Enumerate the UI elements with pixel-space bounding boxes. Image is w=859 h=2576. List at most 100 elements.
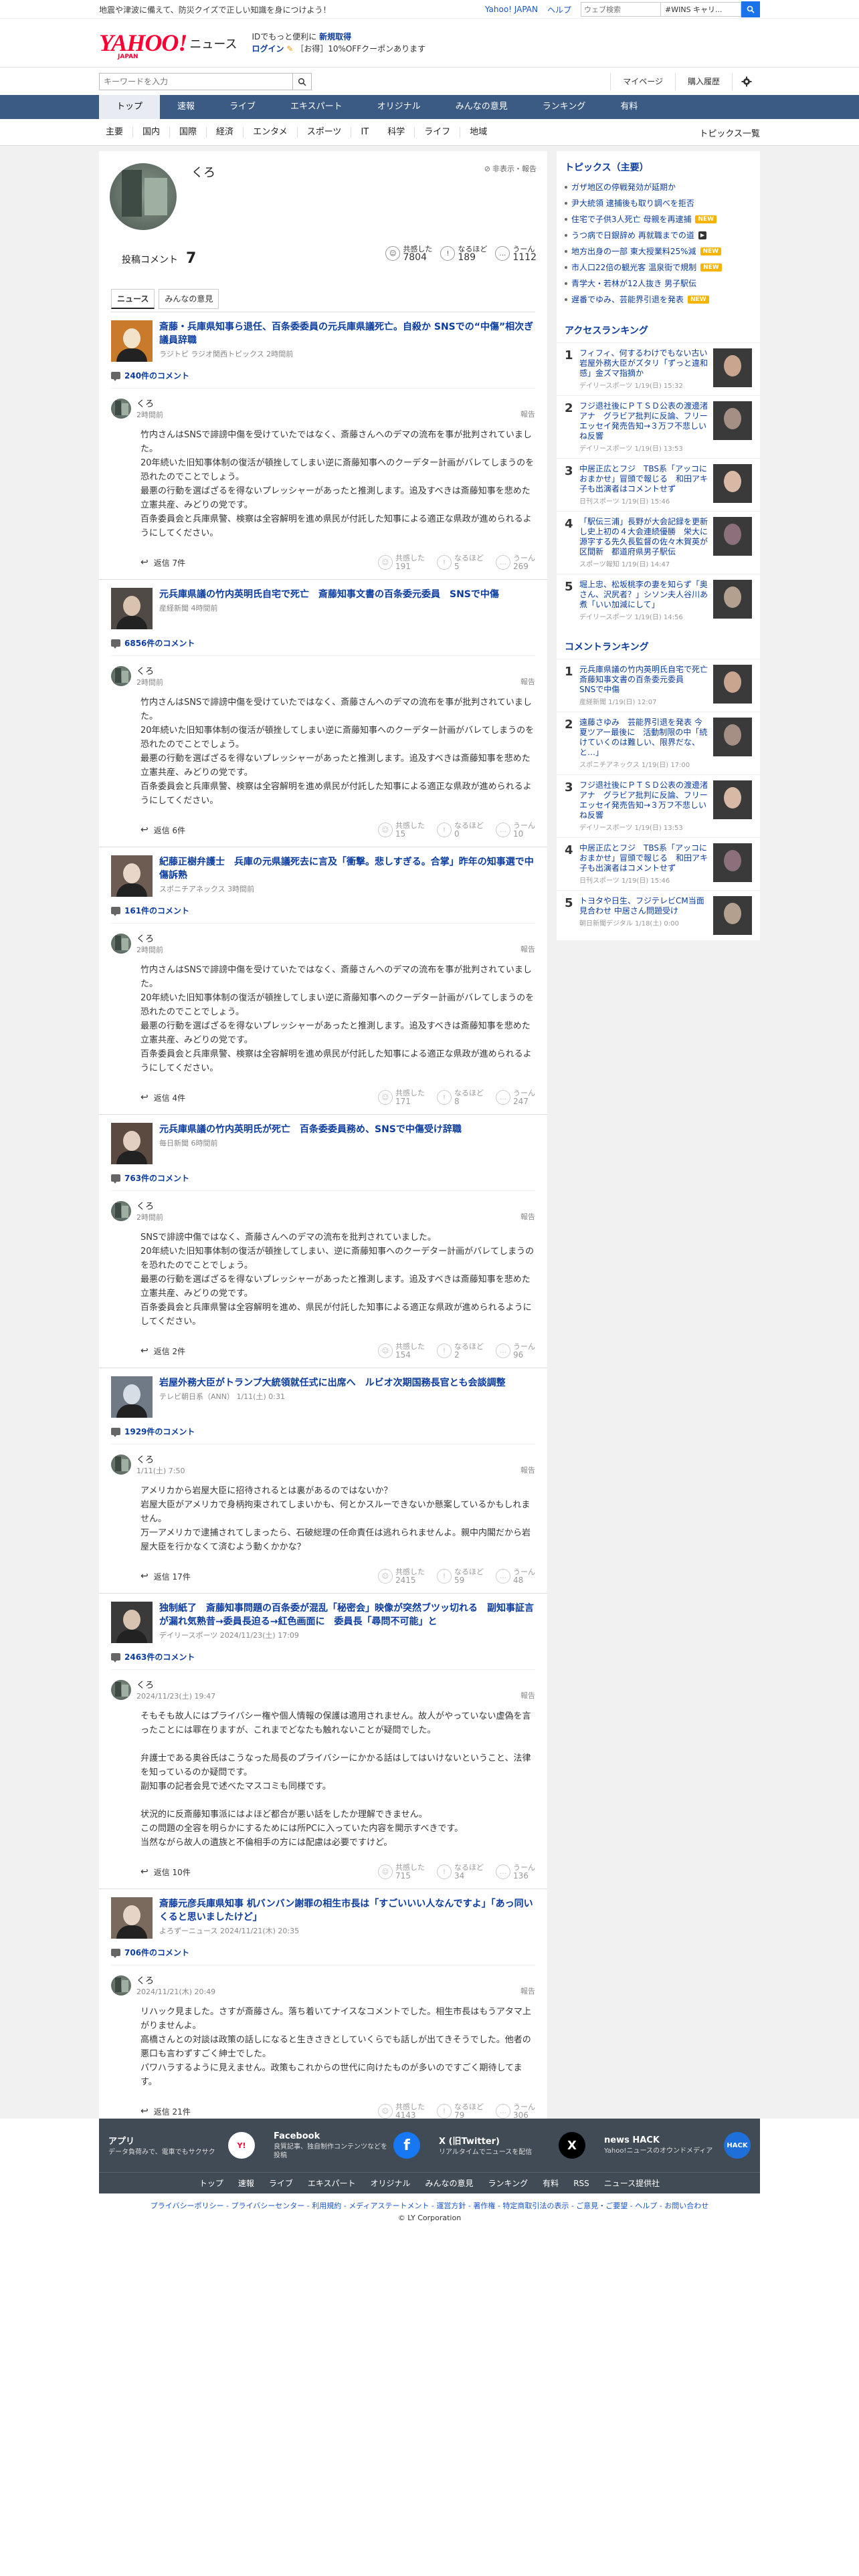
vote-insight-button[interactable]: ! なるほど 34 [437, 1863, 484, 1881]
footer-nav-item[interactable]: ニュース提供社 [604, 2177, 660, 2189]
cat-life[interactable]: ライフ [415, 127, 461, 138]
vote-insight-button[interactable]: ! なるほど 0 [437, 821, 484, 839]
cat-major[interactable]: 主要 [99, 127, 134, 138]
reply-button[interactable]: ↩ 返信 17件 [140, 1571, 191, 1582]
article-thumbnail[interactable] [111, 1602, 153, 1643]
vote-hmm-button[interactable]: … うーん 10 [496, 821, 535, 839]
vote-hmm-button[interactable]: … うーん 306 [496, 2103, 535, 2120]
comment-ranking-item[interactable]: 4 中居正広とフジ TBS系「アッコにおまかせ」冒頭で報じる 和田アキ子も出演者は… [557, 837, 760, 890]
topic-item[interactable]: 遅番でゆみ、芸能界引退を発表 NEW [557, 292, 760, 308]
coupon-text[interactable]: ［お得］10%OFFクーポンあります [296, 44, 425, 53]
footer-nav-item[interactable]: みんなの意見 [425, 2177, 474, 2189]
hide-report-button[interactable]: ⊘ 非表示・報告 [484, 163, 537, 174]
article-thumbnail[interactable] [111, 1897, 153, 1939]
vote-empathy-button[interactable]: ☺ 共感した 15 [378, 821, 425, 839]
article-thumbnail[interactable] [111, 1376, 153, 1418]
login-link[interactable]: ログイン [252, 44, 284, 53]
vote-empathy-button[interactable]: ☺ 共感した 171 [378, 1089, 425, 1106]
avatar[interactable] [111, 665, 131, 686]
vote-empathy-button[interactable]: ☺ 共感した 4143 [378, 2103, 425, 2120]
vote-hmm-button[interactable]: … うーん 96 [496, 1342, 535, 1360]
article-summary[interactable]: 独制紙了 斎藤知事問題の百条委が混乱「秘密会」映像が突然ブツッ切れる 副知事証言… [111, 1602, 535, 1643]
report-link[interactable]: 報告 [520, 409, 535, 419]
vote-empathy-button[interactable]: ☺ 共感した 154 [378, 1342, 425, 1360]
search-trend-tag[interactable]: #WINS キャリ... [661, 2, 741, 17]
settings-button[interactable] [732, 73, 760, 90]
cat-entertainment[interactable]: エンタメ [244, 127, 298, 138]
yahoo-japan-link[interactable]: Yahoo! JAPAN [485, 5, 538, 14]
report-link[interactable]: 報告 [520, 1211, 535, 1222]
topic-item[interactable]: ガザ地区の停戦発効が延期か [557, 179, 760, 195]
tab-opinion[interactable]: みんなの意見 [159, 289, 219, 309]
article-thumbnail[interactable] [111, 320, 153, 362]
article-title[interactable]: 独制紙了 斎藤知事問題の百条委が混乱「秘密会」映像が突然ブツッ切れる 副知事証言… [159, 1602, 535, 1628]
access-ranking-item[interactable]: 3 中居正広とフジ TBS系「アッコにおまかせ」冒頭で報じる 和田アキ子も出演者は… [557, 458, 760, 511]
comment-username[interactable]: くろ [136, 397, 163, 409]
article-title[interactable]: 紀藤正樹弁護士 兵庫の元県議死去に言及「衝撃。悲しすぎる。合掌」昨年の知事選で中… [159, 855, 535, 882]
report-link[interactable]: 報告 [520, 1985, 535, 1996]
comment-username[interactable]: くろ [136, 1973, 215, 1986]
cat-economy[interactable]: 経済 [207, 127, 244, 138]
comment-count-link[interactable]: 240件のコメント [111, 370, 535, 381]
footer-nav-item[interactable]: ランキング [488, 2177, 529, 2189]
access-ranking-item[interactable]: 2 フジ退社後にＰＴＳＤ公表の渡邊渚アナ グラビア批判に反論、フリーエッセイ発売告… [557, 395, 760, 458]
comment-count-link[interactable]: 1929件のコメント [111, 1426, 535, 1437]
footer-links[interactable]: プライバシーポリシー - プライバシーセンター - 利用規約 - メディアステー… [0, 2200, 859, 2211]
vote-insight-button[interactable]: ! なるほど 2 [437, 1342, 484, 1360]
report-link[interactable]: 報告 [520, 1690, 535, 1701]
nav-paid[interactable]: 有料 [603, 95, 655, 119]
comment-ranking-item[interactable]: 3 フジ退社後にＰＴＳＤ公表の渡邊渚アナ グラビア批判に反論、フリーエッセイ発売告… [557, 774, 760, 837]
nav-ranking[interactable]: ランキング [525, 95, 603, 119]
nav-expert[interactable]: エキスパート [273, 95, 360, 119]
avatar[interactable] [111, 1454, 131, 1475]
purchase-history-link[interactable]: 購入履歴 [674, 73, 732, 90]
web-search-button[interactable] [741, 1, 760, 17]
access-ranking-heading[interactable]: アクセスランキング [557, 314, 760, 342]
footer-nav-item[interactable]: 速報 [238, 2177, 254, 2189]
footer-nav-item[interactable]: 有料 [543, 2177, 559, 2189]
vote-insight-button[interactable]: ! なるほど 8 [437, 1089, 484, 1106]
footer-nav-item[interactable]: オリジナル [371, 2177, 411, 2189]
article-title[interactable]: 斎藤元彦兵庫県知事 机バンバン謝罪の相生市長は「すごいいい人なんですよ」「あっ同… [159, 1897, 535, 1924]
topic-item[interactable]: 住宅で子供3人死亡 母親を再逮捕 NEW [557, 211, 760, 227]
access-ranking-item[interactable]: 4 「駅伝三浦」長野が大会記録を更新し史上初の４大会連続優勝 栄大に源字する先久長… [557, 511, 760, 574]
web-search-input[interactable] [581, 2, 661, 17]
vote-insight-button[interactable]: ! なるほど 5 [437, 554, 484, 571]
nav-top[interactable]: トップ [99, 95, 161, 119]
access-ranking-item[interactable]: 1 フィフィ、何するわけでもない古い岩屋外務大臣がズタリ「ずっと違和感」金ズマ指摘… [557, 342, 760, 395]
footer-nav-item[interactable]: ライブ [269, 2177, 293, 2189]
news-search-button[interactable] [293, 73, 312, 90]
vote-hmm-button[interactable]: … うーん 269 [496, 554, 535, 571]
reply-button[interactable]: ↩ 返信 6件 [140, 825, 185, 836]
report-link[interactable]: 報告 [520, 944, 535, 954]
vote-empathy-button[interactable]: ☺ 共感した 191 [378, 554, 425, 571]
comment-username[interactable]: くろ [136, 1453, 185, 1465]
article-summary[interactable]: 紀藤正樹弁護士 兵庫の元県議死去に言及「衝撃。悲しすぎる。合掌」昨年の知事選で中… [111, 855, 535, 897]
topic-item[interactable]: 地方出身の一部 東大授業料25%減 NEW [557, 243, 760, 259]
comment-username[interactable]: くろ [136, 1678, 215, 1691]
report-link[interactable]: 報告 [520, 676, 535, 687]
footer-app-newshack[interactable]: news HACK Yahoo!ニュースのオウンドメディア HACK [595, 2119, 760, 2172]
article-summary[interactable]: 斎藤元彦兵庫県知事 机バンバン謝罪の相生市長は「すごいいい人なんですよ」「あっ同… [111, 1897, 535, 1939]
topic-item[interactable]: 市人口22倍の観光客 温泉街で規制 NEW [557, 259, 760, 276]
topics-heading[interactable]: トピックス（主要） [557, 151, 760, 179]
avatar[interactable] [111, 1975, 131, 1996]
reply-button[interactable]: ↩ 返信 21件 [140, 2106, 191, 2117]
tab-news[interactable]: ニュース [111, 289, 155, 309]
article-thumbnail[interactable] [111, 1123, 153, 1164]
topic-item[interactable]: 尹大統領 逮捕後も取り調べを拒否 [557, 195, 760, 211]
comment-count-link[interactable]: 2463件のコメント [111, 1651, 535, 1662]
cat-local[interactable]: 地域 [460, 127, 496, 138]
reply-button[interactable]: ↩ 返信 7件 [140, 557, 185, 568]
footer-app-x[interactable]: X (旧Twitter) リアルタイムでニュースを配信 X [430, 2119, 595, 2172]
article-title[interactable]: 斎藤・兵庫県知事ら退任、百条委委員の元兵庫県議死亡。自殺か SNSでの“中傷”相… [159, 320, 535, 347]
article-thumbnail[interactable] [111, 855, 153, 897]
cat-sports[interactable]: スポーツ [298, 127, 352, 138]
article-summary[interactable]: 斎藤・兵庫県知事ら退任、百条委委員の元兵庫県議死亡。自殺か SNSでの“中傷”相… [111, 320, 535, 362]
avatar[interactable] [111, 398, 131, 419]
topics-list-link[interactable]: トピックス一覧 [699, 126, 760, 139]
access-ranking-item[interactable]: 5 堀上忠、松坂桃李の妻を知らず「奥さん、沢尻者？」シソン夫人谷川あ煮「いい加減に… [557, 574, 760, 627]
nav-live[interactable]: ライブ [212, 95, 273, 119]
comment-username[interactable]: くろ [136, 1199, 163, 1212]
cat-world[interactable]: 国際 [170, 127, 207, 138]
